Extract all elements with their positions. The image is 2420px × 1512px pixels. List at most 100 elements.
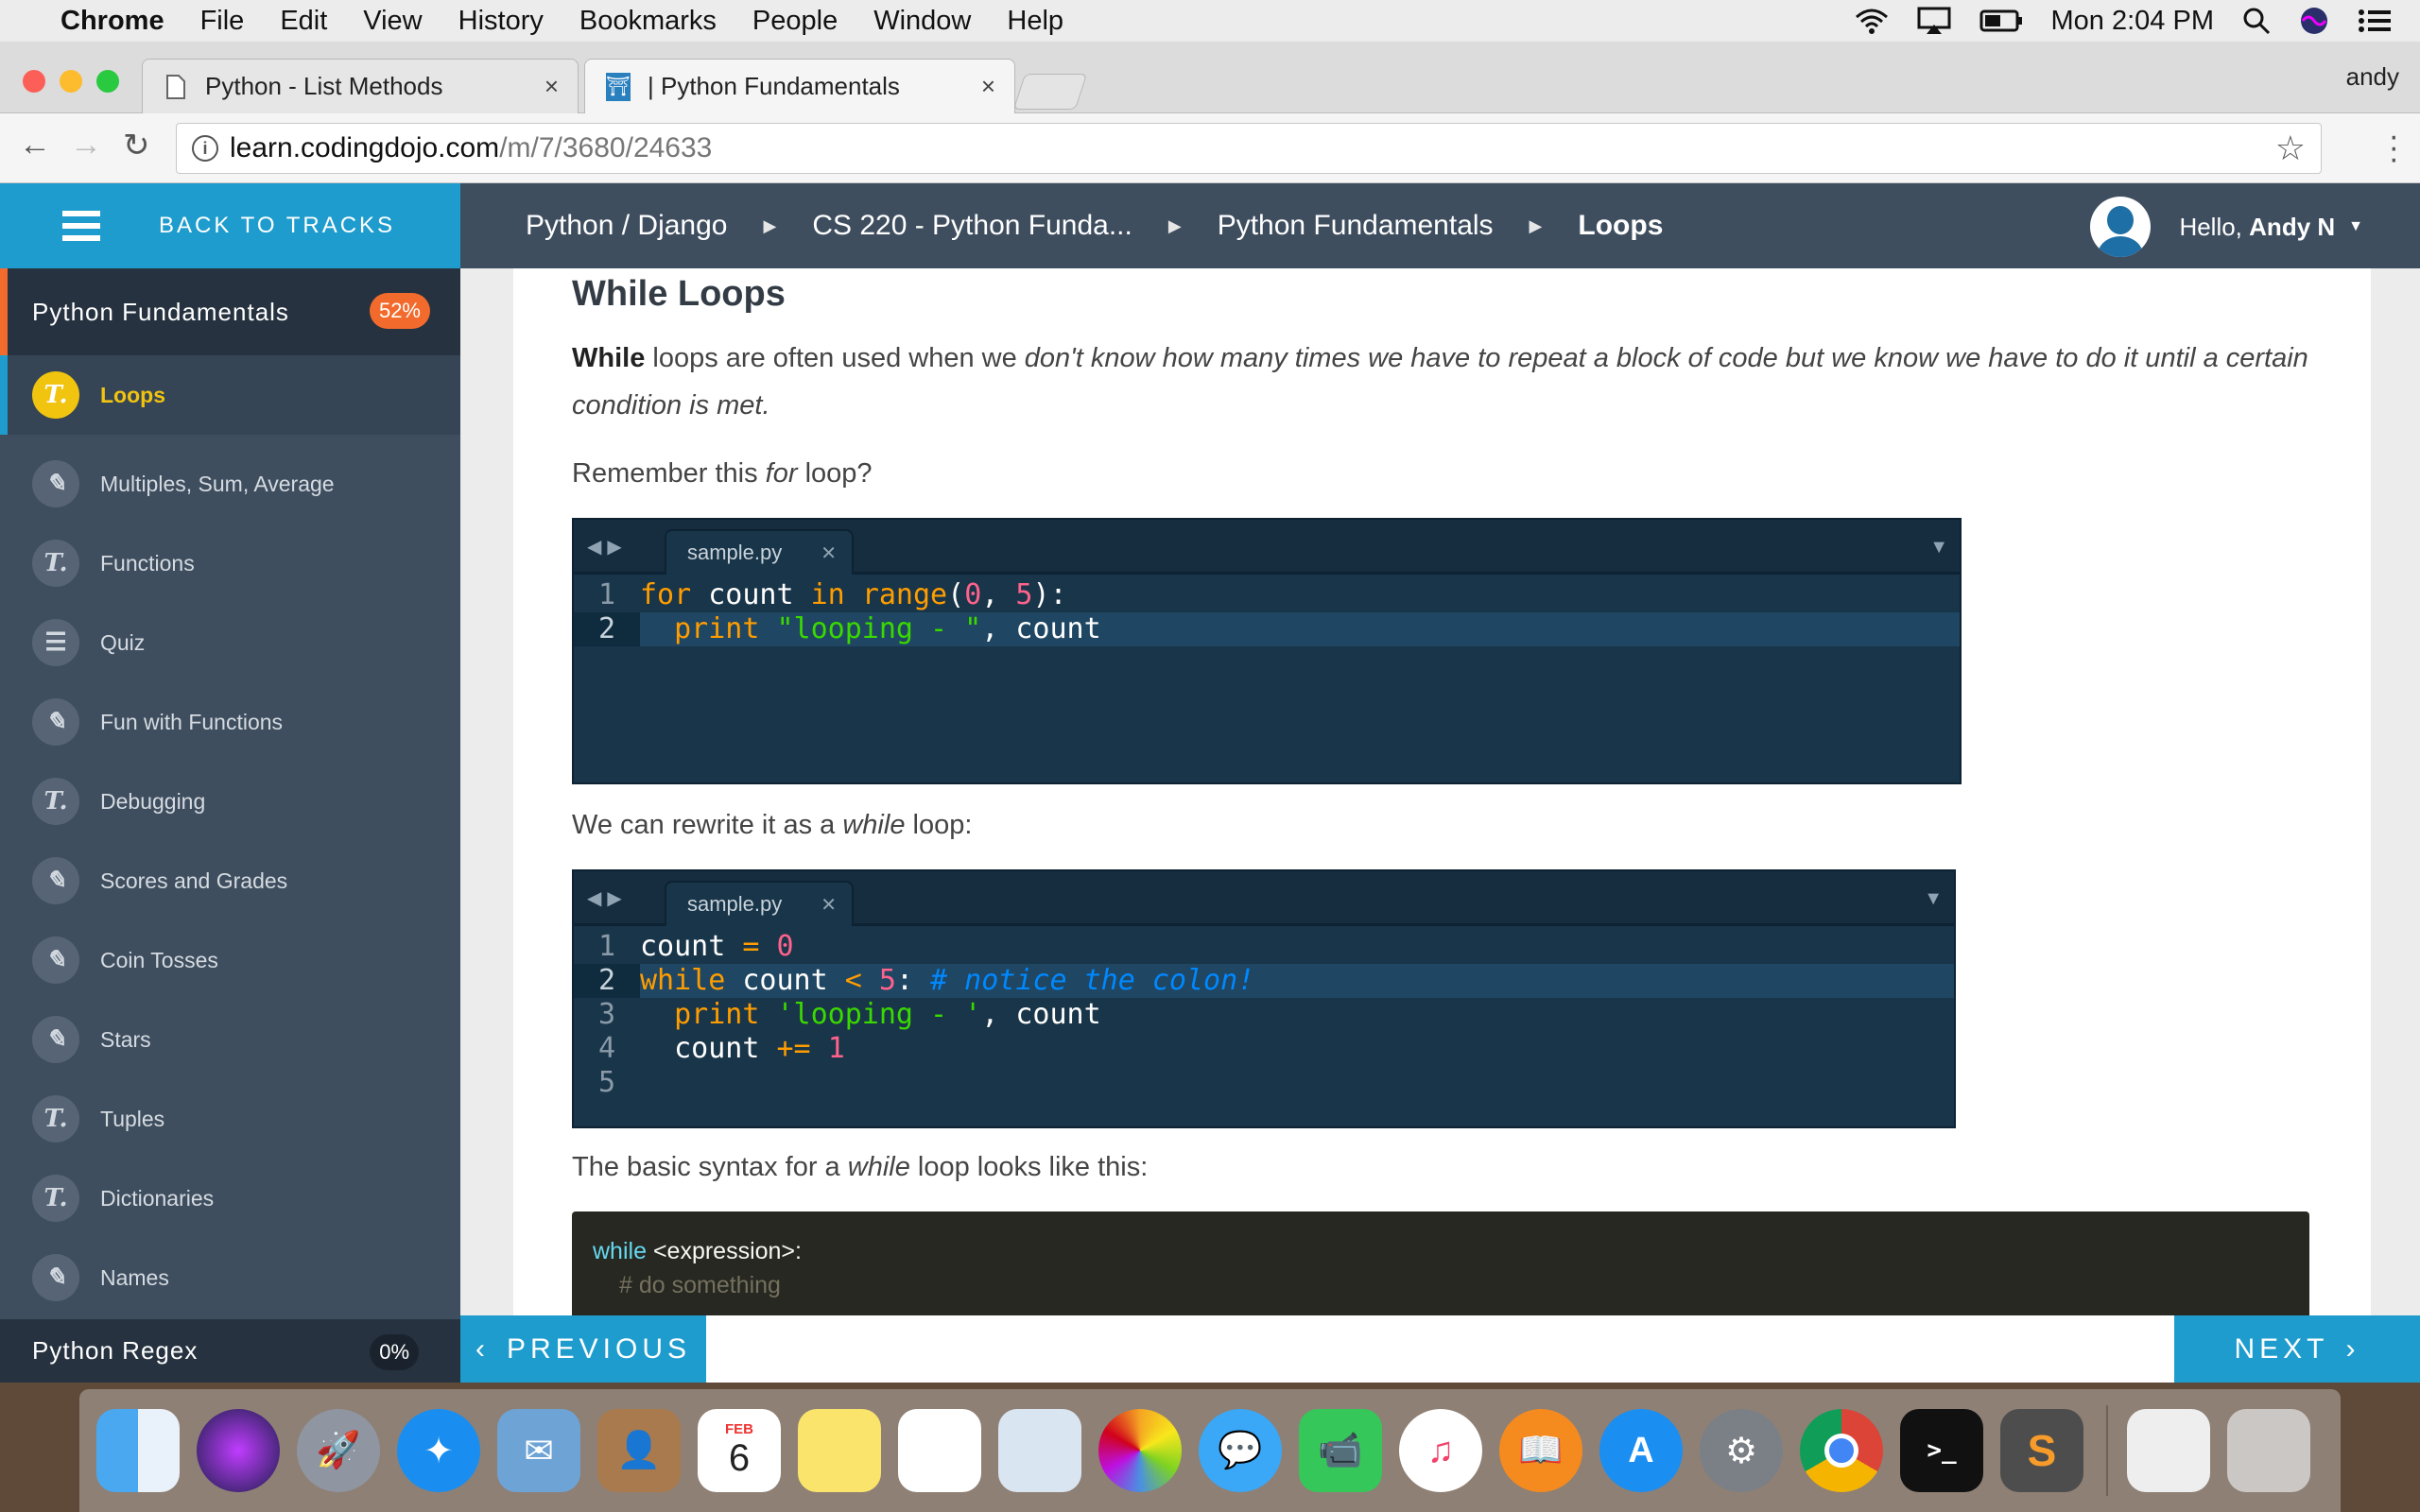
sidebar-item-label: Functions (100, 550, 195, 576)
lesson-content[interactable]: While Loops While loops are often used w… (513, 268, 2371, 1315)
safari-icon[interactable]: ✦ (397, 1409, 480, 1492)
battery-icon[interactable] (1979, 9, 2023, 32)
tab-close-icon[interactable]: × (544, 72, 559, 101)
chrome-profile-name[interactable]: andy (2346, 62, 2399, 92)
downloads-stack-icon[interactable] (2127, 1409, 2210, 1492)
spotlight-search-icon[interactable] (2242, 7, 2271, 35)
breadcrumb-separator-icon: ▶ (1167, 215, 1182, 235)
address-bar[interactable]: i learn.codingdojo.com/m/7/3680/24633 ☆ (176, 123, 2322, 174)
editor-file-name: sample.py (687, 541, 783, 564)
system-preferences-icon[interactable]: ⚙ (1700, 1409, 1783, 1492)
chrome-menu-icon[interactable]: · · · (2389, 120, 2399, 175)
sidebar-next-section[interactable]: Python Regex 0% (0, 1319, 460, 1383)
back-arrow-icon[interactable]: ← (19, 127, 51, 163)
window-maximize-button[interactable] (96, 70, 119, 93)
site-info-icon[interactable]: i (192, 135, 218, 162)
chevron-right-icon: › (2345, 1332, 2360, 1365)
airplay-icon[interactable] (1917, 7, 1951, 35)
sidebar-item-loops[interactable]: T. Loops (0, 355, 460, 435)
reminders-icon[interactable] (898, 1409, 981, 1492)
editor-dropdown-icon[interactable]: ▼ (1929, 537, 1948, 558)
next-button[interactable]: NEXT › (2174, 1315, 2420, 1383)
tab-python-list-methods[interactable]: Python - List Methods × (142, 59, 579, 113)
calendar-icon[interactable]: FEB 6 (698, 1409, 781, 1492)
sidebar-item-coin-tosses[interactable]: ✎ Coin Tosses (0, 920, 460, 1000)
messages-icon[interactable]: 💬 (1199, 1409, 1282, 1492)
sublime-text-icon[interactable]: S (2000, 1409, 2083, 1492)
contacts-icon[interactable]: 👤 (597, 1409, 681, 1492)
editor-file-tab[interactable]: sample.py ✕ (665, 881, 854, 926)
sidebar-item-multiples-sum-average[interactable]: ✎ Multiples, Sum, Average (0, 444, 460, 524)
pencil-assignment-icon: ✎ (32, 698, 79, 746)
lesson-title: While Loops (572, 274, 786, 314)
menu-edit[interactable]: Edit (280, 6, 327, 37)
itunes-icon[interactable]: ♫ (1399, 1409, 1482, 1492)
back-to-tracks-button[interactable]: BACK TO TRACKS (0, 183, 460, 268)
menu-history[interactable]: History (458, 6, 544, 37)
sidebar-item-tuples[interactable]: T. Tuples (0, 1079, 460, 1159)
breadcrumb-item[interactable]: CS 220 - Python Funda... (812, 210, 1132, 242)
siri-icon[interactable] (197, 1409, 280, 1492)
facetime-icon[interactable]: 📹 (1299, 1409, 1382, 1492)
tab-python-fundamentals[interactable]: ⛩ | Python Fundamentals × (584, 59, 1015, 113)
text-italic: while (842, 810, 906, 840)
sidebar-item-label: Tuples (100, 1106, 165, 1131)
browser-tab-strip: Python - List Methods × ⛩ | Python Funda… (0, 42, 2420, 113)
editor-file-tab[interactable]: sample.py ✕ (665, 529, 854, 575)
window-minimize-button[interactable] (60, 70, 82, 93)
forward-arrow-icon[interactable]: → (70, 127, 102, 163)
sidebar-item-debugging[interactable]: T. Debugging (0, 762, 460, 841)
user-menu[interactable]: Hello, Andy N ▼ (2090, 197, 2363, 257)
maps-icon[interactable] (998, 1409, 1081, 1492)
new-tab-button[interactable] (1012, 74, 1088, 110)
calendar-month: FEB (725, 1421, 753, 1437)
tab-title: | Python Fundamentals (648, 72, 900, 100)
menu-people[interactable]: People (752, 6, 838, 37)
sidebar-item-names[interactable]: ✎ Names (0, 1238, 460, 1317)
menu-window[interactable]: Window (873, 6, 971, 37)
code-editor-for-loop[interactable]: ◀▶ sample.py ✕ ▼ 1 for count in range(0, … (572, 518, 1962, 784)
terminal-icon[interactable]: >_ (1900, 1409, 1983, 1492)
sidebar-item-dictionaries[interactable]: T. Dictionaries (0, 1159, 460, 1238)
tab-close-icon[interactable]: × (981, 72, 995, 101)
code-editor-while-loop[interactable]: ◀▶ sample.py ✕ ▼ 1 count = 0 2 while count… (572, 869, 1956, 1128)
hamburger-menu-icon[interactable] (62, 204, 100, 248)
wifi-icon[interactable] (1855, 8, 1889, 34)
close-icon[interactable]: ✕ (821, 893, 837, 917)
menu-app-name[interactable]: Chrome (60, 6, 164, 37)
mail-icon[interactable]: ✉ (497, 1409, 580, 1492)
sidebar-item-scores-and-grades[interactable]: ✎ Scores and Grades (0, 841, 460, 920)
breadcrumb-item[interactable]: Python Fundamentals (1218, 210, 1494, 242)
menu-help[interactable]: Help (1007, 6, 1063, 37)
reload-icon[interactable]: ↻ (123, 127, 150, 164)
app-store-icon[interactable]: A (1599, 1409, 1683, 1492)
breadcrumb-item[interactable]: Python / Django (526, 210, 727, 242)
editor-tab-bar: ◀▶ sample.py ✕ ▼ (574, 520, 1960, 575)
previous-button[interactable]: ‹ PREVIOUS (460, 1315, 706, 1383)
editor-nav-arrows-icon[interactable]: ◀▶ (587, 535, 628, 558)
notification-center-icon[interactable] (2358, 8, 2392, 34)
sidebar-item-stars[interactable]: ✎ Stars (0, 1000, 460, 1079)
sidebar-item-quiz[interactable]: ☰ Quiz (0, 603, 460, 682)
chrome-icon[interactable] (1800, 1409, 1883, 1492)
trash-icon[interactable] (2227, 1409, 2310, 1492)
siri-icon[interactable] (2299, 6, 2329, 36)
close-icon[interactable]: ✕ (821, 541, 837, 565)
sidebar-section-header[interactable]: Python Fundamentals 52% (0, 268, 460, 355)
notes-icon[interactable] (798, 1409, 881, 1492)
window-close-button[interactable] (23, 70, 45, 93)
menubar-clock[interactable]: Mon 2:04 PM (2051, 6, 2214, 37)
launchpad-icon[interactable]: 🚀 (297, 1409, 380, 1492)
photos-icon[interactable] (1098, 1409, 1182, 1492)
editor-dropdown-icon[interactable]: ▼ (1924, 888, 1943, 910)
menu-file[interactable]: File (200, 6, 245, 37)
sidebar-item-fun-with-functions[interactable]: ✎ Fun with Functions (0, 682, 460, 762)
sidebar-item-functions[interactable]: T. Functions (0, 524, 460, 603)
ibooks-icon[interactable]: 📖 (1499, 1409, 1582, 1492)
finder-icon[interactable] (96, 1409, 180, 1492)
editor-nav-arrows-icon[interactable]: ◀▶ (587, 886, 628, 910)
menu-view[interactable]: View (363, 6, 422, 37)
text-span: The basic syntax for a (572, 1152, 848, 1182)
bookmark-star-icon[interactable]: ☆ (2275, 129, 2306, 168)
menu-bookmarks[interactable]: Bookmarks (579, 6, 717, 37)
